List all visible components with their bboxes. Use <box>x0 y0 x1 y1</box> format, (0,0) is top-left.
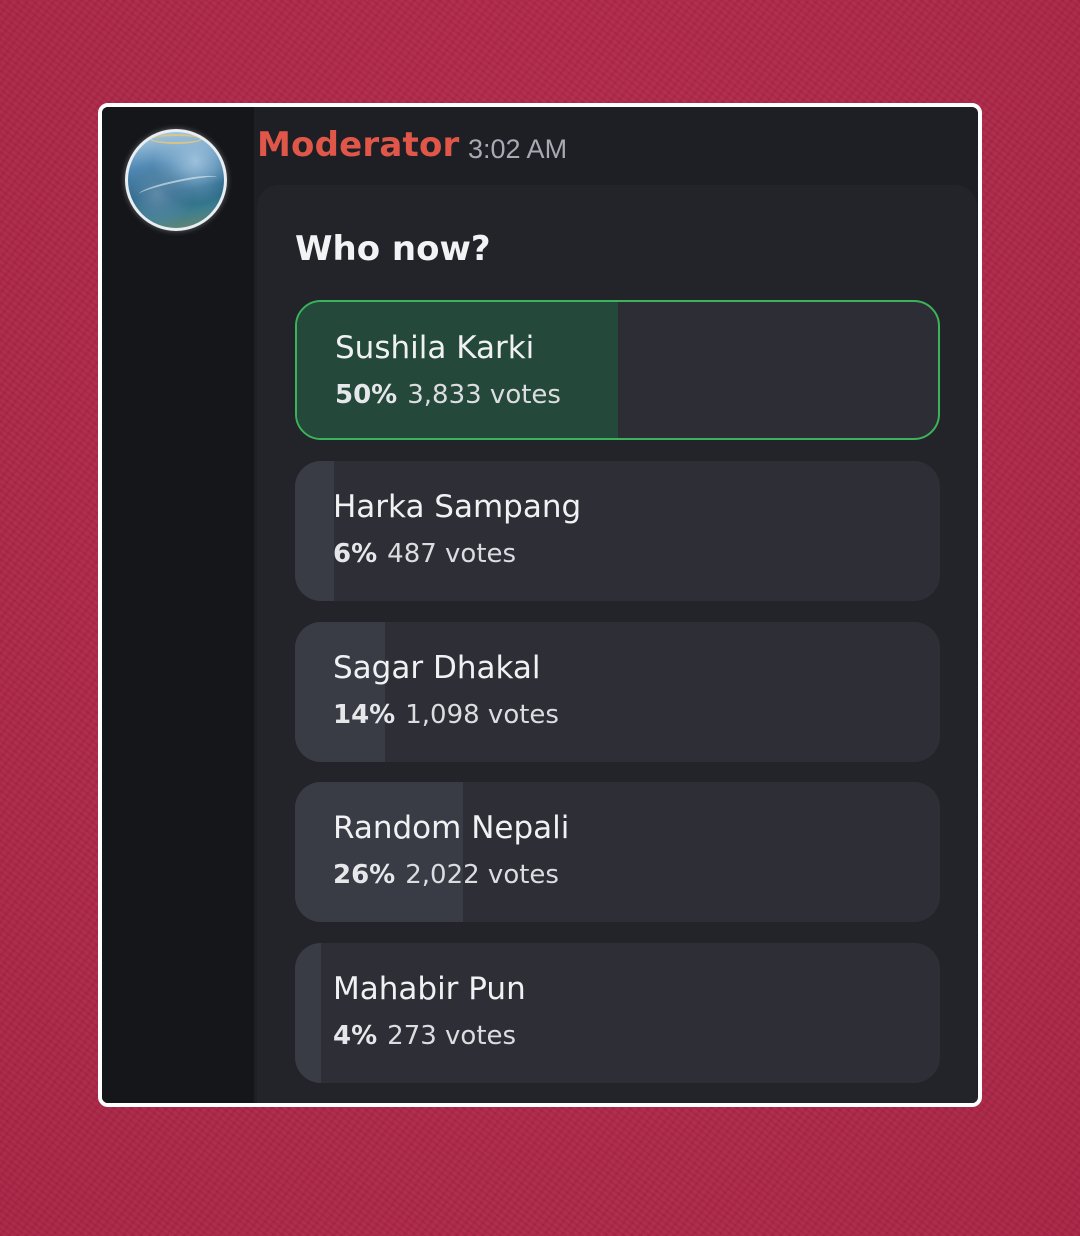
poll-option-stats: 50% 3,833 votes <box>335 380 561 410</box>
poll-option[interactable]: Mahabir Pun 4% 273 votes <box>295 943 940 1083</box>
poll-option-percent: 6% <box>333 539 378 569</box>
poll-option-fill <box>295 782 463 922</box>
poll-option-percent: 14% <box>333 700 396 730</box>
poll-option-fill <box>295 943 321 1083</box>
screenshot-frame: Moderator 3:02 AM Who now? Sushila Karki… <box>98 103 982 1107</box>
poll-option-name: Mahabir Pun <box>333 971 526 1007</box>
poll-option-percent: 50% <box>335 380 398 410</box>
poll-option-name: Sushila Karki <box>335 330 535 366</box>
poll-option-name: Sagar Dhakal <box>333 650 541 686</box>
poll-option-fill <box>297 302 618 438</box>
poll-option-votes: 1,098 votes <box>405 700 559 730</box>
poll-option[interactable]: Harka Sampang 6% 487 votes <box>295 461 940 601</box>
message-timestamp: 3:02 AM <box>468 134 568 164</box>
message-gutter <box>102 107 254 1103</box>
poll-option-stats: 14% 1,098 votes <box>333 700 559 730</box>
poll-option-stats: 26% 2,022 votes <box>333 860 559 890</box>
mountain-ridge <box>137 171 219 201</box>
poll-option-name: Harka Sampang <box>333 489 582 525</box>
poll-option-votes: 2,022 votes <box>405 860 559 890</box>
halo-decoration <box>150 134 202 144</box>
poll-option-name: Random Nepali <box>333 810 570 846</box>
poll-question: Who now? <box>295 229 491 269</box>
poll-option-stats: 6% 487 votes <box>333 539 516 569</box>
poll-option[interactable]: Sagar Dhakal 14% 1,098 votes <box>295 622 940 762</box>
poll-option-votes: 487 votes <box>387 539 517 569</box>
poll-option-stats: 4% 273 votes <box>333 1021 516 1051</box>
avatar[interactable] <box>125 129 227 231</box>
author-name[interactable]: Moderator <box>257 125 459 165</box>
poll-option-fill <box>295 461 334 601</box>
poll-option[interactable]: Sushila Karki 50% 3,833 votes <box>295 300 940 440</box>
poll-option-votes: 3,833 votes <box>407 380 561 410</box>
poll-option-percent: 4% <box>333 1021 378 1051</box>
poll-option-votes: 273 votes <box>387 1021 517 1051</box>
poll-option-percent: 26% <box>333 860 396 890</box>
poll-option[interactable]: Random Nepali 26% 2,022 votes <box>295 782 940 922</box>
poll-option-fill <box>295 622 386 762</box>
